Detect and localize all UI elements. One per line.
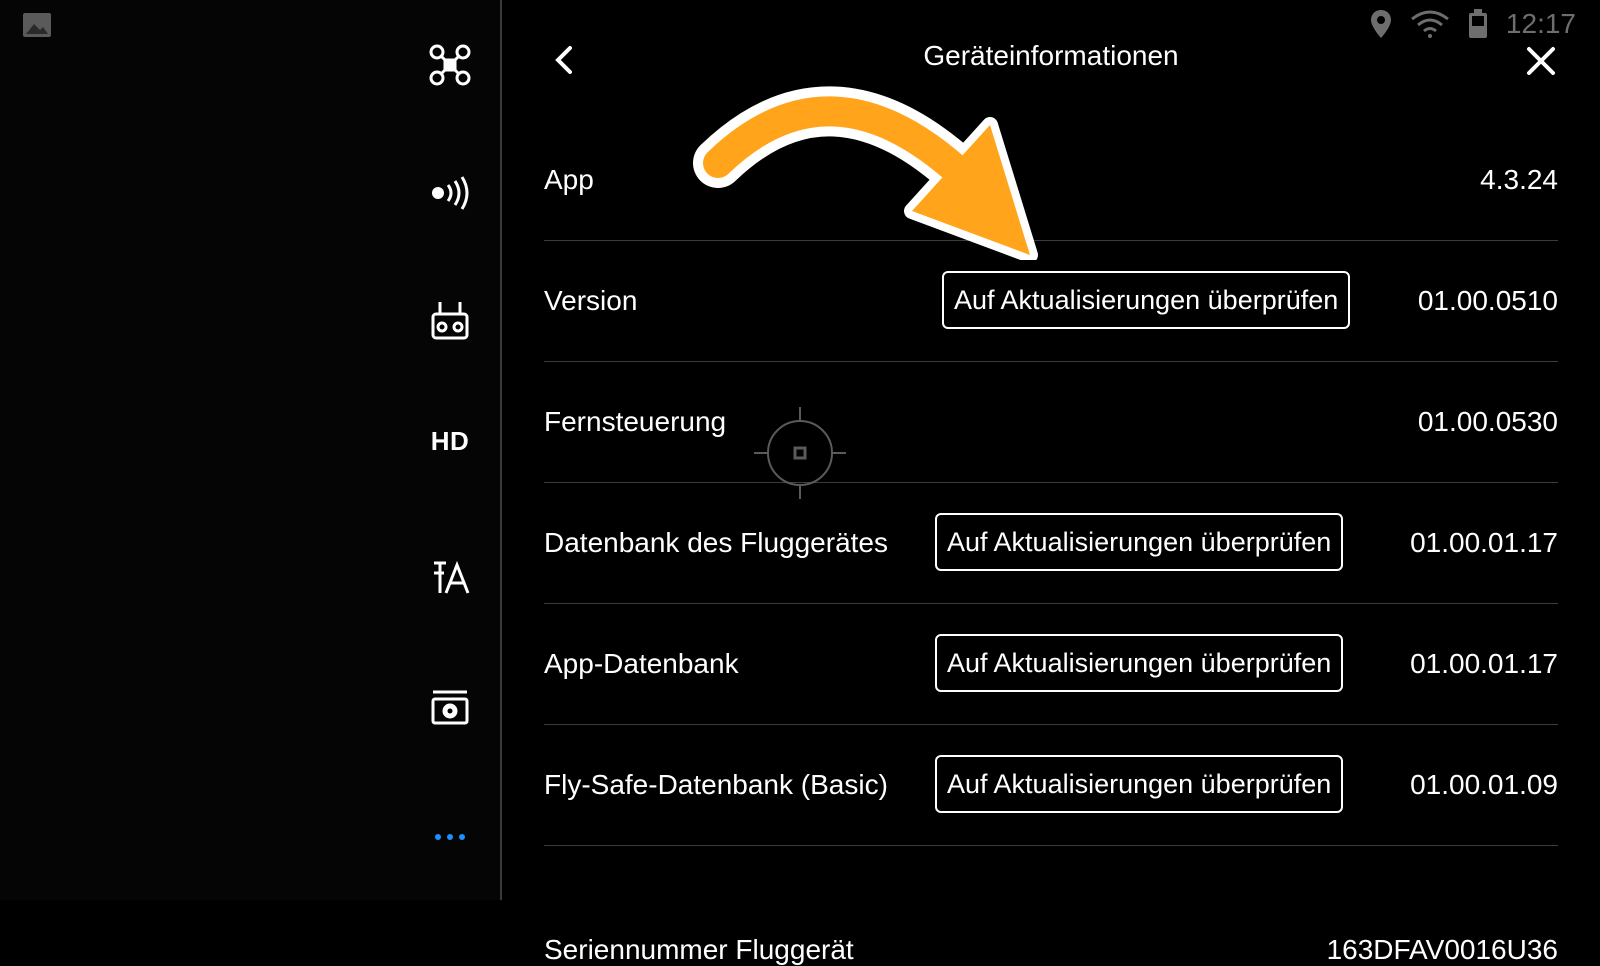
row-label: Fly-Safe-Datenbank (Basic) xyxy=(544,769,888,800)
row-label: App-Datenbank xyxy=(544,648,739,679)
close-icon xyxy=(1527,47,1555,75)
row-value: 01.00.0530 xyxy=(1417,406,1558,437)
check-updates-button[interactable]: Auf Aktualisierungen überprüfen xyxy=(935,634,1344,692)
row-value: 01.00.0510 xyxy=(1417,285,1558,316)
aircraft-icon[interactable] xyxy=(420,40,480,90)
row-value: 4.3.24 xyxy=(1480,164,1558,195)
left-pane: HD xyxy=(0,0,500,900)
wifi-icon xyxy=(1411,10,1449,38)
row-label: Fernsteuerung xyxy=(544,406,727,437)
hd-icon[interactable]: HD xyxy=(420,416,480,466)
row-label: App xyxy=(544,164,594,195)
row-fly-safe-database: Fly-Safe-Datenbank (Basic) Auf Aktualisi… xyxy=(544,725,1558,846)
status-time: 12:17 xyxy=(1505,8,1576,39)
location-icon xyxy=(1370,10,1391,38)
more-icon[interactable] xyxy=(420,812,480,862)
row-remote-controller: Fernsteuerung 01.00.0530 xyxy=(544,362,1558,483)
close-button[interactable] xyxy=(1524,44,1558,78)
translate-icon[interactable] xyxy=(420,553,480,603)
check-updates-button[interactable]: Auf Aktualisierungen überprüfen xyxy=(935,755,1344,813)
row-serial-number: Seriennummer Fluggerät 163DFAV0016U36 xyxy=(544,846,1558,966)
row-label: Seriennummer Fluggerät xyxy=(544,934,854,965)
row-app-database: App-Datenbank Auf Aktualisierungen überp… xyxy=(544,604,1558,725)
page-title: Geräteinformationen xyxy=(923,40,1179,71)
row-label: Datenbank des Fluggerätes xyxy=(544,527,888,558)
row-value: 163DFAV0016U36 xyxy=(1326,934,1558,965)
sidebar-divider xyxy=(500,0,502,900)
signal-icon[interactable] xyxy=(420,168,480,218)
hd-label: HD xyxy=(430,425,470,456)
row-value: 01.00.01.09 xyxy=(1410,769,1558,800)
crosshair-icon xyxy=(754,407,846,499)
row-value: 01.00.01.17 xyxy=(1410,648,1558,679)
annotation-arrow-icon xyxy=(693,86,1038,260)
gallery-icon[interactable] xyxy=(22,12,52,38)
row-aircraft-database: Datenbank des Fluggerätes Auf Aktualisie… xyxy=(544,483,1558,604)
camera-icon[interactable] xyxy=(420,682,480,732)
check-updates-button[interactable]: Auf Aktualisierungen überprüfen xyxy=(935,513,1344,571)
status-bar: 12:17 xyxy=(1370,8,1576,40)
battery-icon xyxy=(1468,9,1487,38)
row-value: 01.00.01.17 xyxy=(1410,527,1558,558)
remote-controller-icon[interactable] xyxy=(420,296,480,346)
check-updates-button[interactable]: Auf Aktualisierungen überprüfen xyxy=(942,271,1351,329)
row-label: Version xyxy=(544,285,638,316)
